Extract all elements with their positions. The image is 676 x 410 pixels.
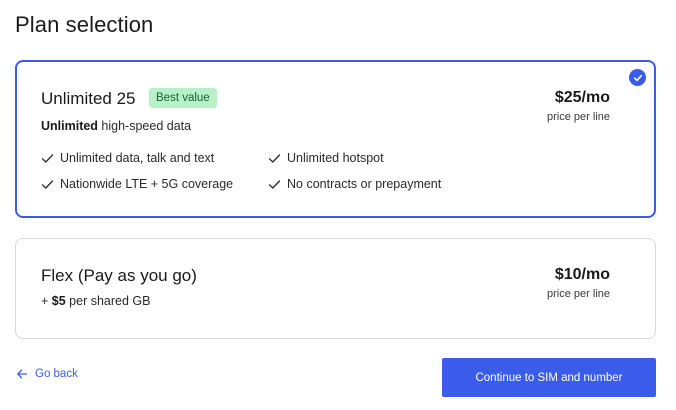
- feature-item: Unlimited data, talk and text: [41, 151, 214, 165]
- check-icon: [268, 178, 281, 191]
- page-title: Plan selection: [15, 12, 154, 37]
- checkmark-circle-icon: [629, 69, 646, 86]
- feature-item: Nationwide LTE + 5G coverage: [41, 177, 233, 191]
- plan-description-bold: Unlimited: [41, 119, 98, 133]
- plan-description: Unlimited high-speed data: [41, 119, 191, 133]
- plan-price: $25/mo: [554, 89, 610, 106]
- check-icon: [41, 152, 54, 165]
- feature-label: Unlimited hotspot: [287, 151, 384, 165]
- check-icon: [268, 152, 281, 165]
- plan-description-rest: high-speed data: [97, 119, 192, 133]
- plan-price-caption: price per line: [547, 288, 610, 300]
- plan-description-prefix: +: [41, 294, 52, 308]
- feature-label: Nationwide LTE + 5G coverage: [60, 177, 234, 191]
- plan-price-caption: price per line: [547, 111, 610, 123]
- plan-card-unlimited-25[interactable]: Unlimited 25 Best value Unlimited high-s…: [15, 60, 656, 218]
- feature-item: Unlimited hotspot: [268, 151, 384, 165]
- check-icon: [41, 178, 54, 191]
- plan-card-flex[interactable]: Flex (Pay as you go) + $5 per shared GB …: [15, 238, 656, 339]
- plan-name: Unlimited 25: [41, 89, 136, 108]
- continue-button[interactable]: Continue to SIM and number: [442, 358, 656, 397]
- go-back-link[interactable]: Go back: [16, 368, 78, 380]
- go-back-label: Go back: [35, 368, 78, 380]
- plan-price: $10/mo: [554, 266, 610, 283]
- best-value-badge: Best value: [149, 88, 217, 108]
- plan-name: Flex (Pay as you go): [41, 266, 197, 285]
- arrow-left-icon: [16, 368, 28, 380]
- plan-description-bold: $5: [51, 294, 66, 308]
- plan-description-rest: per shared GB: [65, 294, 151, 308]
- feature-item: No contracts or prepayment: [268, 177, 441, 191]
- feature-label: Unlimited data, talk and text: [60, 151, 215, 165]
- feature-label: No contracts or prepayment: [287, 177, 442, 191]
- plan-description: + $5 per shared GB: [41, 294, 150, 308]
